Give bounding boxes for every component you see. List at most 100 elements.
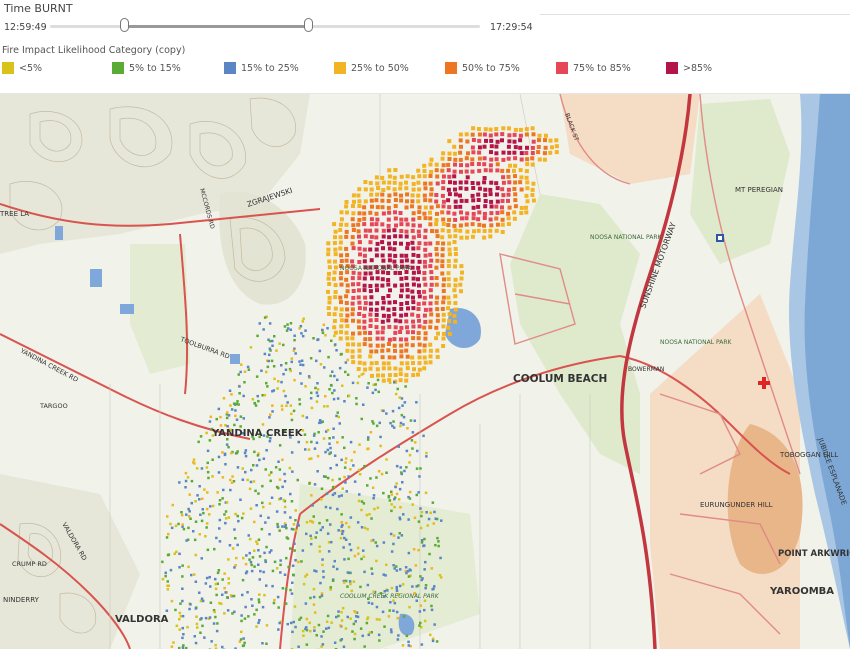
fire-point (417, 284, 421, 288)
fire-point (324, 476, 327, 479)
fire-point (400, 259, 404, 263)
fire-point (404, 379, 408, 383)
fire-point (452, 288, 456, 292)
legend-item-5-15[interactable]: 5% to 15% (112, 61, 181, 75)
fire-point (264, 316, 267, 319)
fire-point (387, 235, 391, 239)
fire-point (334, 492, 337, 495)
fire-point (346, 342, 350, 346)
fire-point (291, 631, 294, 634)
fire-point (417, 319, 421, 323)
fire-point (518, 146, 522, 150)
fire-point (380, 349, 384, 353)
fire-point (514, 128, 518, 132)
fire-point (207, 462, 210, 465)
fire-point (431, 609, 434, 612)
legend-item-gt85[interactable]: >85% (666, 61, 712, 75)
fire-point (334, 455, 337, 458)
fire-point (454, 247, 458, 251)
fire-point (380, 222, 384, 226)
fire-point (334, 230, 338, 234)
fire-point (367, 447, 370, 450)
fire-point (483, 156, 487, 160)
fire-point (508, 206, 512, 210)
fire-point (179, 612, 182, 615)
fire-point (200, 617, 203, 620)
fire-point (495, 193, 499, 197)
legend-item-75-85[interactable]: 75% to 85% (556, 61, 631, 75)
legend-item-15-25[interactable]: 15% to 25% (224, 61, 299, 75)
fire-point (231, 482, 234, 485)
fire-point (446, 326, 450, 330)
fire-point (265, 643, 268, 646)
fire-point (496, 200, 500, 204)
fire-point (328, 550, 331, 553)
fire-point (423, 182, 427, 186)
fire-point (411, 260, 415, 264)
fire-point (430, 276, 434, 280)
fire-point (472, 212, 476, 216)
fire-point (353, 638, 356, 641)
fire-point (437, 545, 440, 548)
fire-point (333, 319, 337, 323)
fire-point (411, 361, 415, 365)
fire-point (375, 218, 379, 222)
fire-point (369, 350, 373, 354)
time-slider-start-handle[interactable] (120, 18, 129, 32)
fire-point (387, 218, 391, 222)
fire-point (309, 630, 312, 633)
fire-point (430, 605, 433, 608)
fire-point (232, 547, 235, 550)
fire-point (243, 642, 246, 645)
fire-point (490, 144, 494, 148)
fire-point (327, 312, 331, 316)
fire-point (417, 230, 421, 234)
fire-point (243, 644, 246, 647)
fire-point (429, 288, 433, 292)
fire-point (382, 361, 386, 365)
fire-point (357, 521, 360, 524)
legend-item-lt5[interactable]: <5% (2, 61, 42, 75)
fire-point (421, 643, 424, 646)
fire-point (207, 549, 210, 552)
time-slider-end-handle[interactable] (304, 18, 313, 32)
fire-point (454, 192, 458, 196)
fire-point (333, 312, 337, 316)
fire-point (317, 395, 320, 398)
fire-impact-map[interactable]: COOLUM BEACH YANDINA CREEK VALDORA YAROO… (0, 93, 850, 649)
fire-point (363, 331, 367, 335)
fire-point (324, 334, 327, 337)
fire-point (399, 378, 403, 382)
time-filter-panel: Time BURNT 12:59:49 17:29:54 Fire Impact… (0, 0, 850, 93)
fire-point (464, 180, 468, 184)
fire-point (531, 163, 535, 167)
fire-point (399, 349, 403, 353)
legend-item-50-75[interactable]: 50% to 75% (445, 61, 520, 75)
fire-point (393, 331, 397, 335)
fire-point (257, 549, 260, 552)
fire-point (236, 419, 239, 422)
fire-point (524, 210, 528, 214)
fire-point (350, 459, 353, 462)
fire-point (401, 414, 404, 417)
map-canvas[interactable]: COOLUM BEACH YANDINA CREEK VALDORA YAROO… (0, 94, 850, 649)
fire-point (302, 318, 305, 321)
fire-point (265, 546, 268, 549)
legend-label: 75% to 85% (573, 63, 631, 74)
fire-point (357, 295, 361, 299)
fire-point (358, 500, 361, 503)
fire-point (446, 163, 450, 167)
fire-point (214, 644, 217, 647)
fire-point (357, 229, 361, 233)
fire-point (362, 320, 366, 324)
fire-point (268, 354, 271, 357)
fire-point (453, 163, 457, 167)
fire-point (399, 218, 403, 222)
fire-point (334, 307, 338, 311)
legend-item-25-50[interactable]: 25% to 50% (334, 61, 409, 75)
fire-point (278, 529, 281, 532)
fire-point (332, 436, 335, 439)
fire-point (338, 246, 342, 250)
fire-point (290, 404, 293, 407)
fire-point (215, 537, 218, 540)
